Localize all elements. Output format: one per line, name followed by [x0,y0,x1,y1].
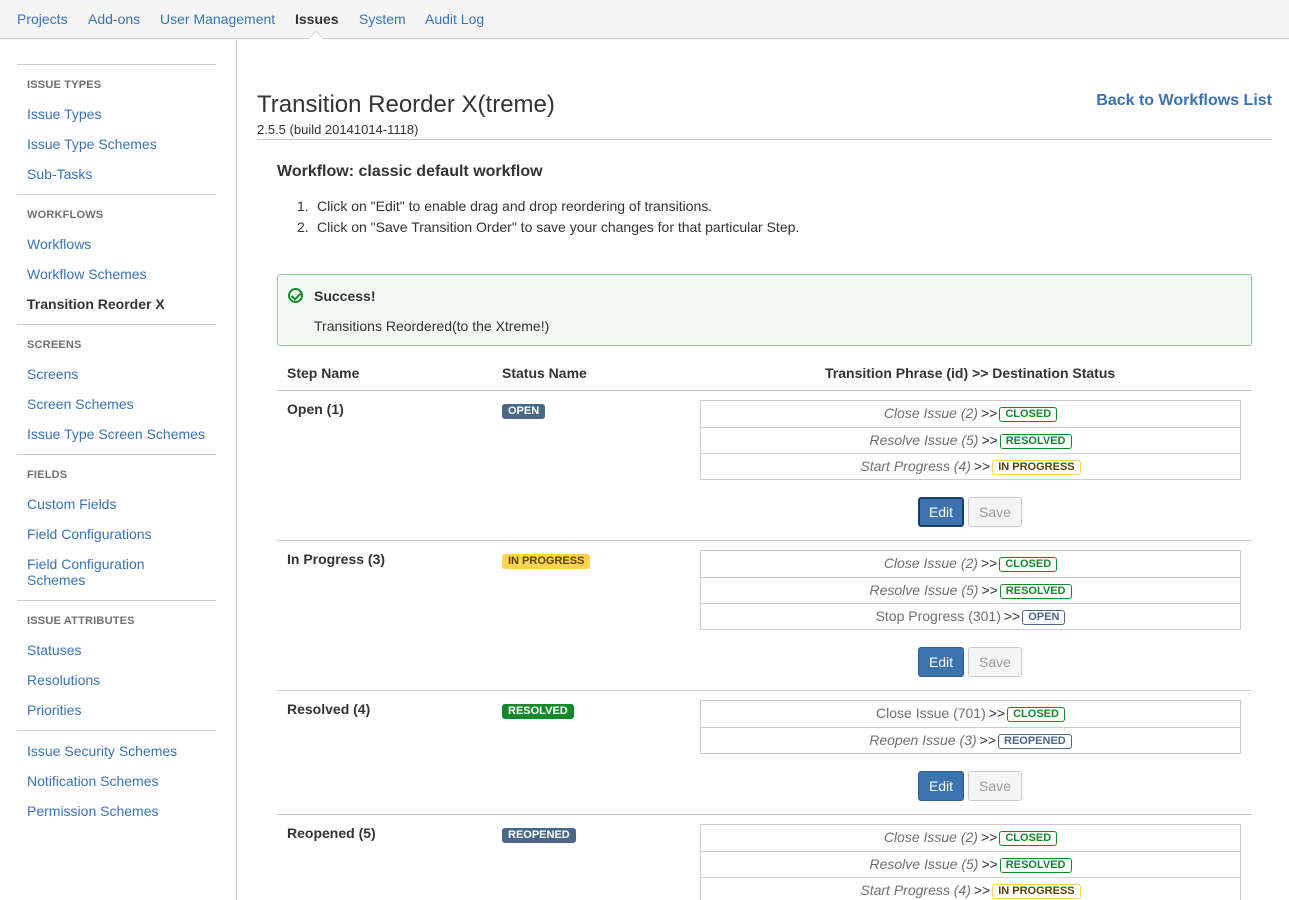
tab-add-ons[interactable]: Add-ons [88,11,140,27]
destination-status-lozenge: RESOLVED [999,434,1072,449]
header-transitions: Transition Phrase (id) >> Destination St… [825,365,1116,381]
page-title: Transition Reorder X(treme) [257,91,555,118]
status-lozenge: OPEN [502,404,546,419]
transition-list[interactable]: Close Issue (701) >> CLOSED Reopen Issue (… [700,700,1241,754]
transition-row[interactable]: Reopen Issue (3) >> REOPENED [701,727,1240,753]
transition-list[interactable]: Close Issue (2) >> CLOSED Resolve Issue (5… [700,550,1241,630]
transition-list[interactable]: Close Issue (2) >> CLOSED Resolve Issue (5… [700,824,1241,900]
sidebar-item-priorities[interactable]: Priorities [27,702,222,718]
transition-row[interactable]: Stop Progress (301) >> OPEN [701,603,1240,629]
step-row-reopened: Reopened (5) REOPENED Close Issue (2) >> C… [277,815,1252,900]
sidebar-divider [17,454,216,455]
destination-status-lozenge: REOPENED [998,734,1072,749]
instruction-item: 2. Click on "Save Transition Order" to sa… [297,219,800,235]
main-content: Transition Reorder X(treme) 2.5.5 (build… [238,40,1289,900]
destination-status-lozenge: CLOSED [999,557,1058,572]
transition-row[interactable]: Resolve Issue (5) >> RESOLVED [701,577,1240,603]
sidebar-item-permission-schemes[interactable]: Permission Schemes [27,803,222,819]
tab-user-management[interactable]: User Management [160,11,275,27]
sidebar-item-resolutions[interactable]: Resolutions [27,672,222,688]
sidebar-item-transition-reorder-x[interactable]: Transition Reorder X [27,296,222,312]
destination-status-lozenge: OPEN [1022,610,1066,625]
transition-row[interactable]: Start Progress (4) >> IN PROGRESS [701,453,1240,479]
back-to-workflows-link[interactable]: Back to Workflows List [1096,92,1272,110]
success-message: Success! Transitions Reordered(to the Xt… [277,274,1252,346]
top-navigation: Projects Add-ons User Management Issues … [0,0,1289,39]
transition-row[interactable]: Close Issue (2) >> CLOSED [701,551,1240,577]
transition-row[interactable]: Close Issue (2) >> CLOSED [701,825,1240,851]
success-title: Success! [314,288,376,304]
instruction-item: 1. Click on "Edit" to enable drag and dro… [297,198,713,214]
tab-system[interactable]: System [359,11,406,27]
sidebar-item-issue-type-schemes[interactable]: Issue Type Schemes [27,136,222,152]
destination-status-lozenge: CLOSED [999,407,1058,422]
status-lozenge: REOPENED [502,828,576,843]
edit-button[interactable]: Edit [918,771,964,801]
sidebar-divider [17,194,216,195]
transition-list[interactable]: Close Issue (2) >> CLOSED Resolve Issue (5… [700,400,1241,480]
sidebar-item-issue-type-screen-schemes[interactable]: Issue Type Screen Schemes [27,426,222,442]
success-body: Transitions Reordered(to the Xtreme!) [314,318,550,334]
sidebar-item-notification-schemes[interactable]: Notification Schemes [27,773,222,789]
step-name: Reopened (5) [287,825,376,841]
destination-status-lozenge: IN PROGRESS [992,884,1081,899]
sidebar-item-custom-fields[interactable]: Custom Fields [27,496,222,512]
header-status-name: Status Name [502,365,587,381]
workflow-title: Workflow: classic default workflow [277,163,543,180]
sidebar-item-sub-tasks[interactable]: Sub-Tasks [27,166,222,182]
sidebar-heading-screens: SCREENS [27,339,82,351]
edit-button[interactable]: Edit [918,647,964,677]
step-name: Resolved (4) [287,701,371,717]
sidebar-heading-issue-types: ISSUE TYPES [27,79,102,91]
admin-sidebar: ISSUE TYPES Issue Types Issue Type Schem… [0,40,237,900]
sidebar-divider [17,730,216,731]
save-button[interactable]: Save [968,497,1022,527]
header-divider [257,139,1272,140]
sidebar-item-field-configuration-schemes[interactable]: Field Configuration Schemes [27,556,157,588]
sidebar-item-issue-types[interactable]: Issue Types [27,106,222,122]
destination-status-lozenge: RESOLVED [999,858,1072,873]
transition-row[interactable]: Resolve Issue (5) >> RESOLVED [701,851,1240,877]
transition-row[interactable]: Close Issue (2) >> CLOSED [701,401,1240,427]
transition-row[interactable]: Start Progress (4) >> IN PROGRESS [701,877,1240,900]
sidebar-heading-fields: FIELDS [27,469,68,481]
step-row-resolved: Resolved (4) RESOLVED Close Issue (701) >… [277,691,1252,815]
tab-audit-log[interactable]: Audit Log [425,11,484,27]
plugin-version: 2.5.5 (build 20141014-1118) [257,122,419,137]
sidebar-item-statuses[interactable]: Statuses [27,642,222,658]
sidebar-item-workflows[interactable]: Workflows [27,236,222,252]
status-lozenge: RESOLVED [502,704,574,719]
status-lozenge: IN PROGRESS [502,554,591,569]
header-step-name: Step Name [287,365,360,381]
sidebar-item-screens[interactable]: Screens [27,366,222,382]
destination-status-lozenge: CLOSED [999,831,1058,846]
tab-issues[interactable]: Issues [295,11,339,27]
step-name: Open (1) [287,401,344,417]
success-check-icon [288,288,303,303]
sidebar-item-issue-security-schemes[interactable]: Issue Security Schemes [27,743,222,759]
active-tab-caret [309,32,323,39]
destination-status-lozenge: RESOLVED [999,584,1072,599]
sidebar-item-field-configurations[interactable]: Field Configurations [27,526,222,542]
sidebar-divider [17,600,216,601]
sidebar-item-workflow-schemes[interactable]: Workflow Schemes [27,266,222,282]
destination-status-lozenge: CLOSED [1007,707,1065,722]
tab-projects[interactable]: Projects [17,11,68,27]
sidebar-heading-issue-attributes: ISSUE ATTRIBUTES [27,615,135,627]
save-button[interactable]: Save [968,647,1022,677]
transition-row[interactable]: Close Issue (701) >> CLOSED [701,701,1240,727]
sidebar-heading-workflows: WORKFLOWS [27,209,104,221]
step-row-open: Open (1) OPEN Close Issue (2) >> CLOSED Re… [277,391,1252,541]
instructions-list: 1. Click on "Edit" to enable drag and dro… [297,196,800,238]
sidebar-item-screen-schemes[interactable]: Screen Schemes [27,396,222,412]
destination-status-lozenge: IN PROGRESS [992,460,1081,475]
transition-row[interactable]: Resolve Issue (5) >> RESOLVED [701,427,1240,453]
step-row-in-progress: In Progress (3) IN PROGRESS Close Issue … [277,541,1252,691]
save-button[interactable]: Save [968,771,1022,801]
step-name: In Progress (3) [287,551,386,567]
sidebar-divider [17,64,216,65]
sidebar-divider [17,324,216,325]
edit-button[interactable]: Edit [918,497,964,527]
